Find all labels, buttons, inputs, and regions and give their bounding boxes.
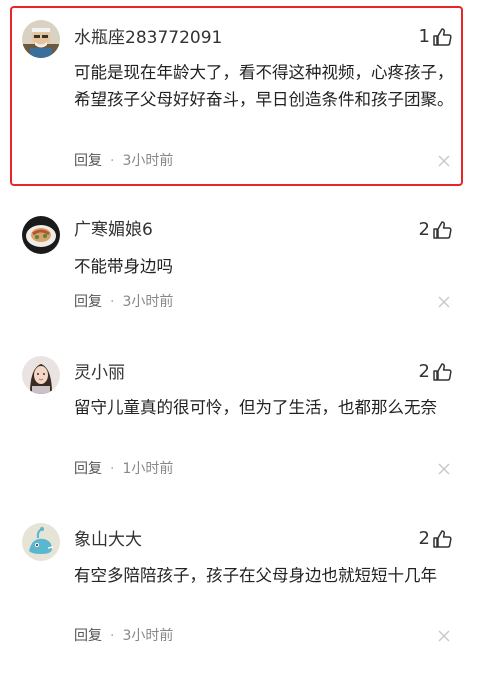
like-count: 2: [418, 528, 430, 549]
username[interactable]: 象山大大: [74, 529, 142, 551]
elderly-man-avatar-icon: [22, 20, 60, 58]
reply-button[interactable]: 回复: [74, 151, 102, 171]
avatar[interactable]: [22, 356, 60, 394]
comment-meta: 回复 · 1小时前: [74, 459, 173, 479]
like-button[interactable]: 1: [419, 25, 452, 49]
thumbs-up-icon[interactable]: [432, 529, 452, 549]
thumbs-up-icon[interactable]: [432, 362, 452, 382]
separator-dot: ·: [110, 461, 115, 477]
like-button[interactable]: 2: [419, 527, 452, 551]
like-count: 1: [418, 26, 430, 47]
avatar[interactable]: [22, 523, 60, 561]
thumbs-up-icon[interactable]: [432, 27, 452, 47]
comment-item: 象山大大 2 有空多陪陪孩子，孩子在父母身边也就短短十几年 回复 · 3小时前: [0, 505, 478, 675]
comment-text: 有空多陪陪孩子，孩子在父母身边也就短短十几年: [74, 566, 437, 585]
comment-meta: 回复 · 3小时前: [74, 292, 173, 312]
timestamp: 3小时前: [122, 628, 174, 644]
reply-button[interactable]: 回复: [74, 459, 102, 479]
close-icon[interactable]: [438, 630, 450, 642]
comment-item: 水瓶座283772091 1 可能是现在年龄大了，看不得这种视频，心疼孩子，希望…: [0, 0, 478, 190]
like-count: 2: [418, 361, 430, 382]
separator-dot: ·: [110, 294, 115, 310]
timestamp: 1小时前: [122, 461, 174, 477]
reply-button[interactable]: 回复: [74, 292, 102, 312]
comment-text: 不能带身边吗: [74, 257, 173, 276]
like-button[interactable]: 2: [419, 218, 452, 242]
reply-button[interactable]: 回复: [74, 626, 102, 646]
avatar[interactable]: [22, 20, 60, 58]
like-count: 2: [418, 219, 430, 240]
comment-text: 留守儿童真的很可怜，但为了生活，也都那么无奈: [74, 398, 437, 417]
comment-text: 可能是现在年龄大了，看不得这种视频，心疼孩子，希望孩子父母好好奋斗，早日创造条件…: [74, 63, 454, 109]
comment-meta: 回复 · 3小时前: [74, 151, 173, 171]
close-icon[interactable]: [438, 155, 450, 167]
username[interactable]: 灵小丽: [74, 362, 125, 384]
timestamp: 3小时前: [122, 294, 174, 310]
separator-dot: ·: [110, 153, 115, 169]
close-icon[interactable]: [438, 296, 450, 308]
close-icon[interactable]: [438, 463, 450, 475]
avatar[interactable]: [22, 216, 60, 254]
comment-item: 灵小丽 2 留守儿童真的很可怜，但为了生活，也都那么无奈 回复 · 1小时前: [0, 338, 478, 498]
like-button[interactable]: 2: [419, 360, 452, 384]
food-dish-avatar-icon: [22, 216, 60, 254]
comment-item: 广寒媚娘6 2 不能带身边吗 回复 · 3小时前: [0, 196, 478, 326]
woman-portrait-avatar-icon: [22, 356, 60, 394]
timestamp: 3小时前: [122, 153, 174, 169]
comment-meta: 回复 · 3小时前: [74, 626, 173, 646]
cartoon-bird-avatar-icon: [22, 523, 60, 561]
separator-dot: ·: [110, 628, 115, 644]
thumbs-up-icon[interactable]: [432, 220, 452, 240]
username[interactable]: 广寒媚娘6: [74, 219, 153, 241]
username[interactable]: 水瓶座283772091: [74, 27, 222, 49]
